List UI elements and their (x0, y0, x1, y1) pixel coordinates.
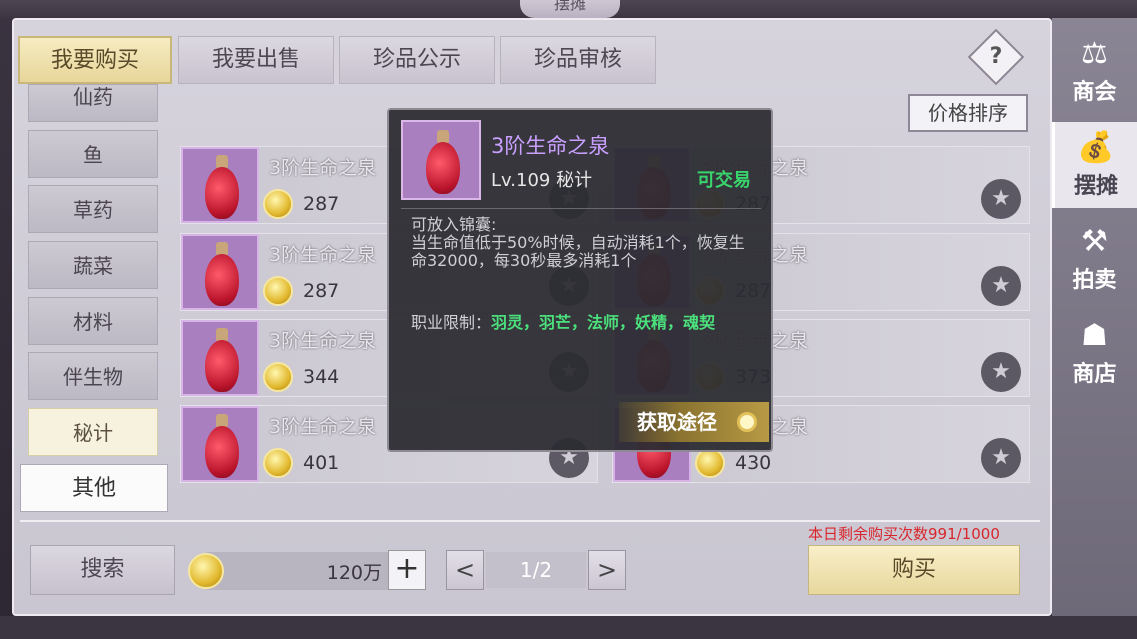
category-item[interactable]: 伴生物 (28, 352, 158, 400)
currency-amount: 120万 (326, 562, 382, 584)
currency-amount-bar: 120万 (205, 552, 390, 590)
potion-icon (205, 414, 239, 478)
add-currency-button[interactable]: + (388, 550, 426, 590)
page-indicator: 1/2 (486, 552, 586, 588)
window-title: 摆摊 (520, 0, 620, 18)
buy-button[interactable]: 购买 (808, 545, 1020, 595)
stall-icon: 💰 (1077, 130, 1115, 165)
shop-icon: ☗ (1081, 318, 1108, 353)
coin-icon (263, 448, 293, 478)
prev-page-button[interactable]: < (446, 550, 484, 590)
nav-label: 商店 (1072, 362, 1117, 387)
game-screen: 摆摊 我要购买 我要出售 珍品公示 珍品审核 ? 价格排序 仙药 鱼 草药 蔬菜… (0, 0, 1137, 639)
tab-treasure-review[interactable]: 珍品审核 (500, 36, 656, 84)
item-thumbnail (181, 147, 259, 223)
get-path-label: 获取途径 (637, 410, 717, 434)
item-name: 3阶生命之泉 (269, 244, 377, 266)
potion-icon (205, 155, 239, 219)
nav-stall[interactable]: 💰 摆摊 (1052, 122, 1137, 208)
nav-guild[interactable]: ⚖ 商会 (1052, 28, 1137, 114)
auction-icon: ⚒ (1081, 224, 1108, 259)
nav-label: 摆摊 (1073, 174, 1118, 199)
purchase-limit-text: 本日剩余购买次数991/1000 (808, 525, 1000, 543)
item-thumbnail (181, 406, 259, 482)
class-restriction: 职业限制：羽灵，羽芒，法师，妖精，魂契 (411, 314, 751, 332)
tab-treasure-display[interactable]: 珍品公示 (339, 36, 495, 84)
item-thumbnail (181, 234, 259, 310)
coin-icon (188, 553, 224, 589)
tooltip-thumbnail (401, 120, 481, 200)
item-price: 287 (303, 193, 340, 215)
restriction-classes: 羽灵，羽芒，法师，妖精，魂契 (491, 313, 716, 332)
category-item[interactable]: 材料 (28, 297, 158, 345)
tab-sell[interactable]: 我要出售 (178, 36, 334, 84)
category-item[interactable]: 蔬菜 (28, 241, 158, 289)
restriction-label: 职业限制： (411, 313, 492, 332)
item-price: 287 (303, 280, 340, 302)
guild-icon: ⚖ (1081, 36, 1108, 71)
tradable-label: 可交易 (697, 170, 751, 191)
top-bar: 摆摊 (0, 0, 1137, 20)
sort-by-price-button[interactable]: 价格排序 (908, 94, 1028, 132)
potion-icon (205, 242, 239, 306)
search-button[interactable]: 搜索 (30, 545, 175, 595)
coin-icon (263, 189, 293, 219)
item-name: 3阶生命之泉 (269, 157, 377, 179)
item-price: 344 (303, 366, 340, 388)
bottom-frame (0, 616, 1137, 639)
nav-label: 商会 (1072, 80, 1117, 105)
star-icon[interactable]: ★ (981, 179, 1021, 219)
item-name: 3阶生命之泉 (269, 330, 377, 352)
star-icon[interactable]: ★ (981, 352, 1021, 392)
star-icon[interactable]: ★ (981, 438, 1021, 478)
description-line: 当生命值低于50%时候，自动消耗1个，恢复生命32000，每30秒最多消耗1个 (411, 233, 745, 270)
item-tooltip: 3阶生命之泉 Lv.109 秘计 可交易 可放入锦囊: 当生命值低于50%时候，… (387, 108, 773, 452)
nav-shop[interactable]: ☗ 商店 (1052, 310, 1137, 396)
item-price: 401 (303, 452, 340, 474)
category-item[interactable]: 鱼 (28, 130, 158, 178)
item-thumbnail (181, 320, 259, 396)
help-icon: ? (989, 44, 1003, 69)
nav-label: 拍卖 (1072, 268, 1117, 293)
tooltip-level: Lv.109 秘计 (491, 170, 593, 191)
category-item[interactable]: 仙药 (28, 84, 158, 122)
coin-icon (263, 362, 293, 392)
next-page-button[interactable]: > (588, 550, 626, 590)
nav-auction[interactable]: ⚒ 拍卖 (1052, 216, 1137, 302)
item-name: 3阶生命之泉 (269, 416, 377, 438)
divider (20, 520, 1040, 522)
potion-icon (426, 130, 460, 194)
category-item-other[interactable]: 其他 (20, 464, 168, 512)
description-line: 可放入锦囊: (411, 215, 497, 234)
coin-icon (263, 276, 293, 306)
star-icon[interactable]: ★ (981, 266, 1021, 306)
get-path-button[interactable]: 获取途径 (619, 402, 769, 442)
tab-buy[interactable]: 我要购买 (18, 36, 172, 90)
item-price: 430 (735, 452, 772, 474)
category-item-selected[interactable]: 秘计 (28, 408, 158, 456)
tooltip-description: 可放入锦囊: 当生命值低于50%时候，自动消耗1个，恢复生命32000，每30秒… (411, 216, 751, 270)
coin-icon (695, 448, 725, 478)
potion-icon (205, 328, 239, 392)
target-icon (737, 412, 757, 432)
category-item[interactable]: 草药 (28, 185, 158, 233)
divider (401, 208, 761, 209)
tooltip-title: 3阶生命之泉 (491, 134, 610, 158)
